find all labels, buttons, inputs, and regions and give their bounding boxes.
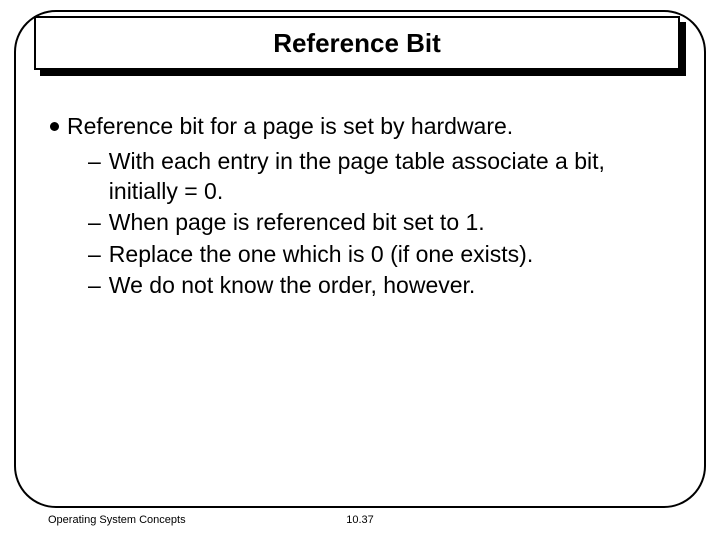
slide-title: Reference Bit <box>273 28 441 59</box>
sub-list: – With each entry in the page table asso… <box>88 147 670 300</box>
footer-page-number: 10.37 <box>0 514 720 526</box>
bullet-item: Reference bit for a page is set by hardw… <box>50 112 670 141</box>
sub-text: When page is referenced bit set to 1. <box>109 208 485 237</box>
slide: Reference Bit Reference bit for a page i… <box>0 0 720 540</box>
sub-item: – Replace the one which is 0 (if one exi… <box>88 240 670 269</box>
bullet-text: Reference bit for a page is set by hardw… <box>67 112 513 141</box>
sub-item: – With each entry in the page table asso… <box>88 147 670 206</box>
dash-icon: – <box>88 240 101 269</box>
title-box: Reference Bit <box>34 16 680 70</box>
sub-item: – We do not know the order, however. <box>88 271 670 300</box>
sub-text: With each entry in the page table associ… <box>109 147 670 206</box>
dash-icon: – <box>88 271 101 300</box>
content-area: Reference bit for a page is set by hardw… <box>50 112 670 303</box>
sub-text: Replace the one which is 0 (if one exist… <box>109 240 533 269</box>
sub-item: – When page is referenced bit set to 1. <box>88 208 670 237</box>
sub-text: We do not know the order, however. <box>109 271 476 300</box>
dash-icon: – <box>88 147 101 176</box>
dash-icon: – <box>88 208 101 237</box>
bullet-dot-icon <box>50 122 59 131</box>
